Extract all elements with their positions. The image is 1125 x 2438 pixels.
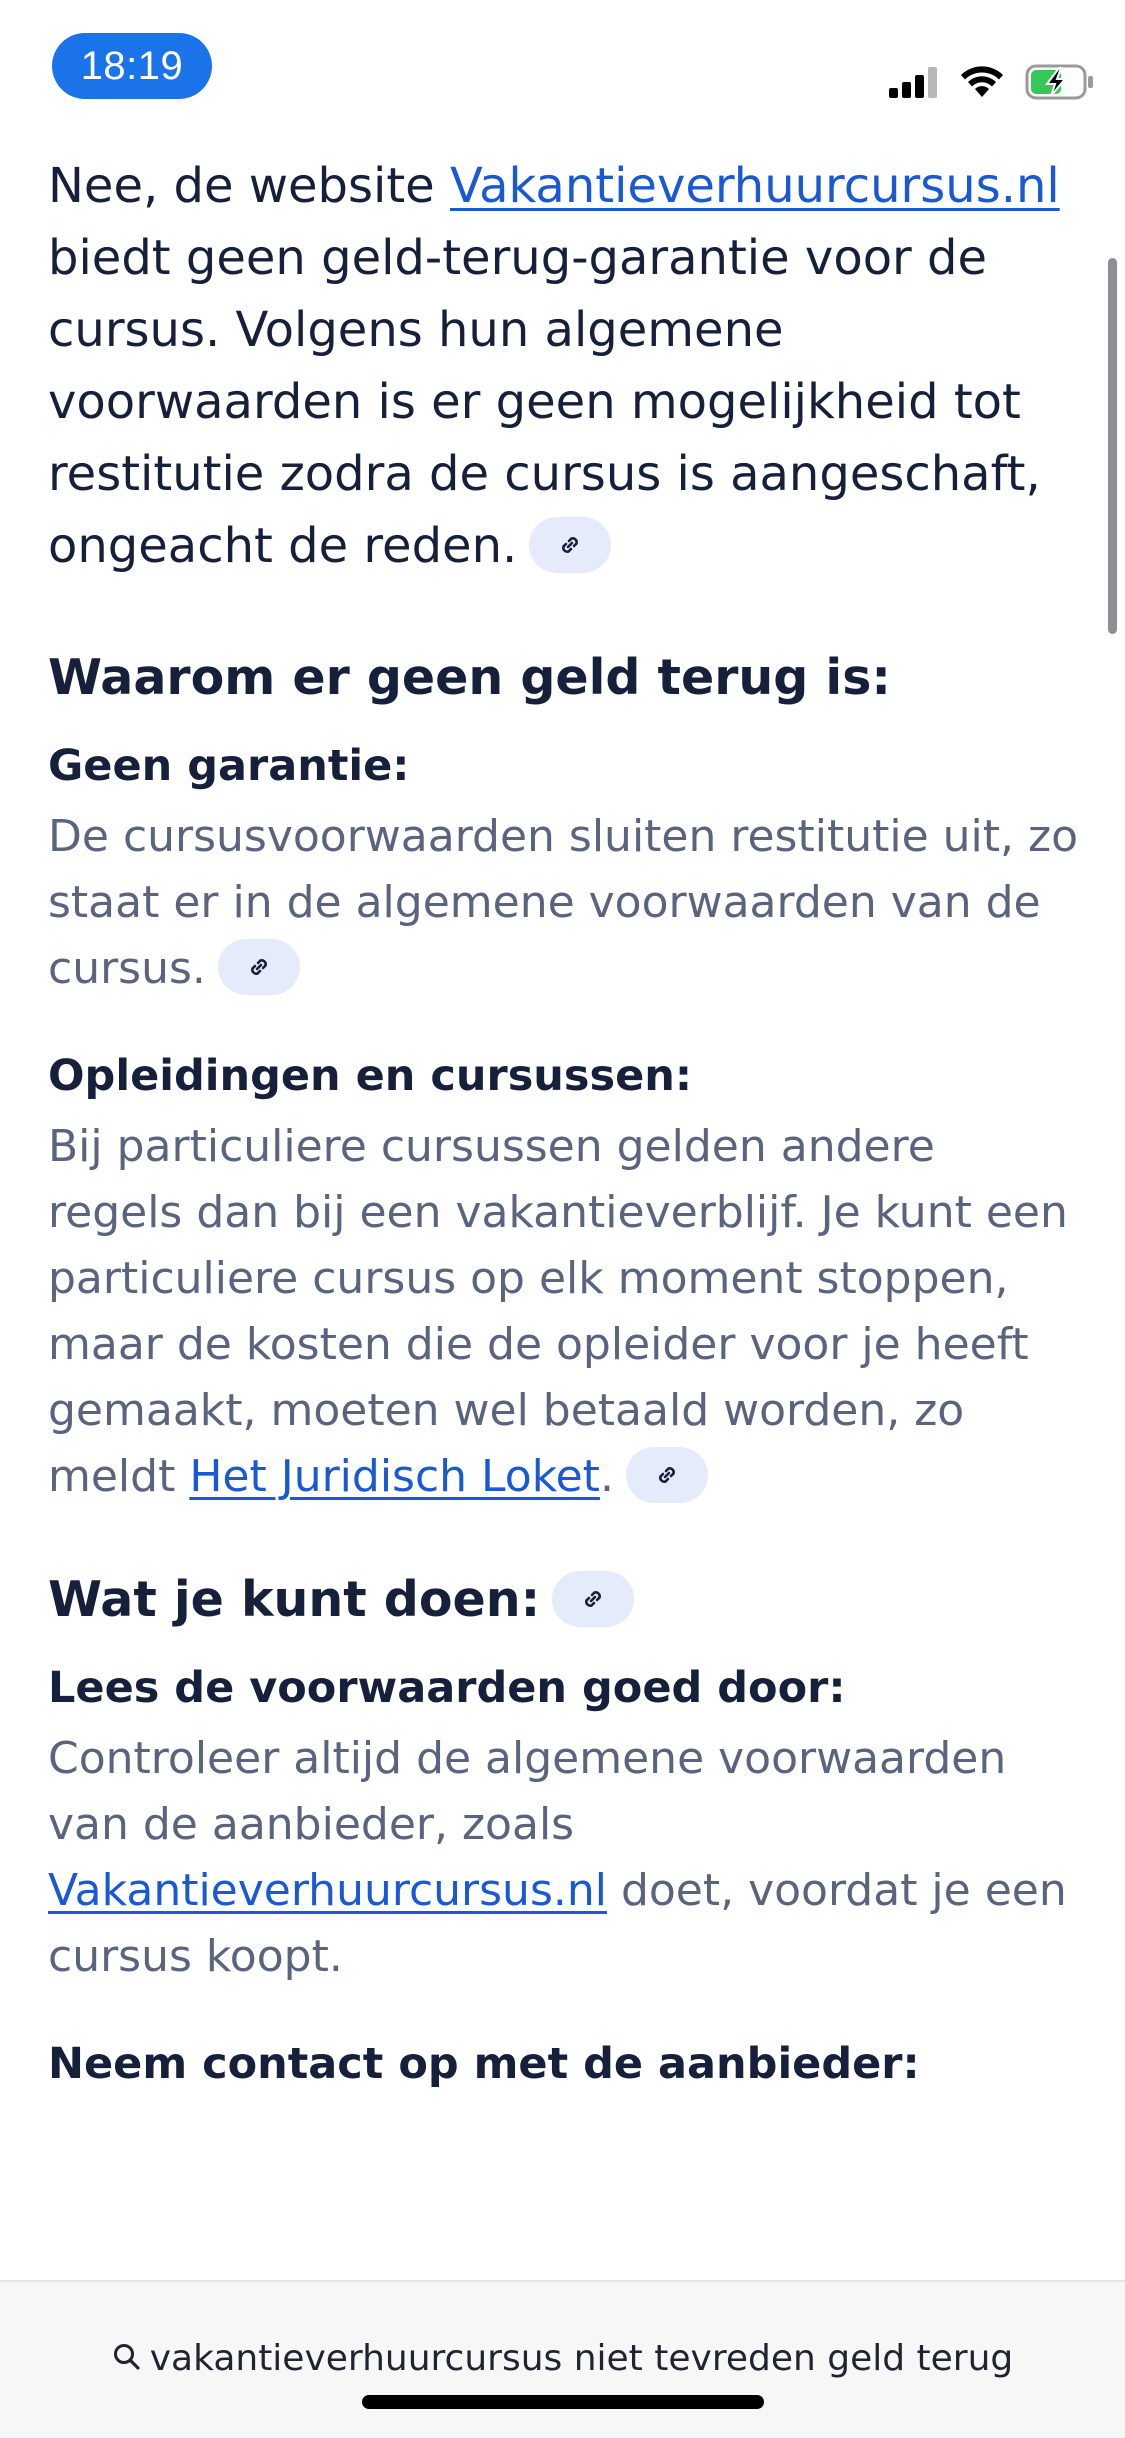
search-icon	[112, 2338, 150, 2379]
intro-link[interactable]: Vakantieverhuurcursus.nl	[450, 158, 1060, 214]
source-link-chip[interactable]	[529, 517, 612, 573]
source-link-chip[interactable]	[625, 1447, 708, 1503]
item-title-geen-garantie: Geen garantie:	[48, 741, 410, 791]
search-query-text: vakantieverhuurcursus niet tevreden geld…	[149, 2338, 1014, 2379]
item-text-geen-garantie: De cursusvoorwaarden sluiten restitutie …	[48, 804, 1078, 1002]
scrollbar[interactable]	[1108, 258, 1117, 634]
cellular-signal-icon	[889, 66, 939, 98]
item-text-lees-voorwaarden: Controleer altijd de algemene voorwaarde…	[48, 1726, 1078, 1990]
source-link-chip[interactable]	[217, 939, 300, 995]
item-title-opleidingen: Opleidingen en cursussen:	[48, 1051, 693, 1101]
vakantieverhuurcursus-link[interactable]: Vakantieverhuurcursus.nl	[48, 1865, 607, 1916]
wifi-icon	[959, 65, 1005, 99]
section-heading-what-to-do: Wat je kunt doen:	[48, 1568, 1078, 1632]
intro-text-prefix: Nee, de website	[48, 158, 450, 214]
status-icons	[889, 60, 1095, 104]
section-heading-why: Waarom er geen geld terug is:	[48, 649, 891, 706]
juridisch-loket-link[interactable]: Het Juridisch Loket	[189, 1451, 600, 1502]
item-text-suffix: .	[599, 1451, 614, 1502]
battery-charging-icon	[1025, 64, 1095, 100]
status-time[interactable]: 18:19	[52, 33, 212, 99]
item-title-contact: Neem contact op met de aanbieder:	[48, 2039, 920, 2089]
section-heading-text: Wat je kunt doen:	[48, 1571, 541, 1628]
bottom-search-bar: vakantieverhuurcursus niet tevreden geld…	[0, 2280, 1125, 2438]
item-text: Bij particuliere cursussen gelden andere…	[48, 1121, 1068, 1502]
status-bar: 18:19	[0, 0, 1125, 130]
item-text: Controleer altijd de algemene voorwaarde…	[48, 1733, 1007, 1850]
item-text: De cursusvoorwaarden sluiten restitutie …	[48, 811, 1078, 994]
search-query-button[interactable]: vakantieverhuurcursus niet tevreden geld…	[0, 2334, 1125, 2384]
source-link-chip[interactable]	[552, 1570, 635, 1627]
intro-paragraph: Nee, de website Vakantieverhuurcursus.nl…	[48, 150, 1078, 582]
item-title-lees-voorwaarden: Lees de voorwaarden goed door:	[48, 1663, 846, 1713]
item-text-opleidingen: Bij particuliere cursussen gelden andere…	[48, 1114, 1078, 1510]
home-indicator[interactable]	[362, 2395, 764, 2409]
answer-content: Nee, de website Vakantieverhuurcursus.nl…	[48, 150, 1078, 2092]
